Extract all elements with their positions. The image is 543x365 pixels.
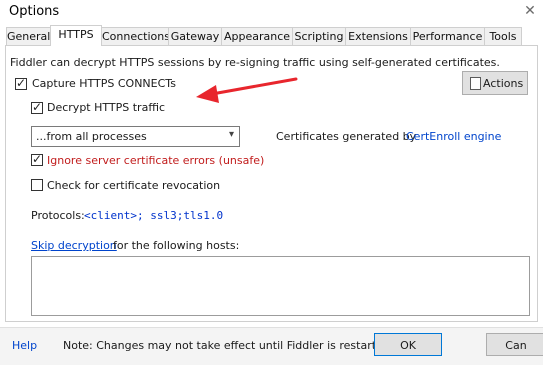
chevron-down-icon: ▾ [228, 129, 234, 140]
protocols-label: Protocols: [31, 209, 85, 222]
tab-performance[interactable]: Performance [410, 27, 485, 46]
certificate-icon [470, 77, 481, 90]
actions-button[interactable]: Actions [462, 71, 528, 95]
certenroll-engine-link[interactable]: CertEnroll engine [406, 130, 501, 143]
ignore-errors-checkbox[interactable]: ✓ [31, 152, 43, 166]
tab-https[interactable]: HTTPS [50, 25, 102, 46]
ok-label: OK [400, 339, 416, 352]
certificates-prefix: Certificates generated by [276, 130, 417, 143]
cancel-button[interactable]: Can [486, 333, 543, 356]
tab-scripting[interactable]: Scripting [292, 27, 346, 46]
check-icon: ✓ [32, 100, 43, 114]
process-filter-value: ...from all processes [36, 130, 147, 143]
check-icon: ✓ [16, 76, 27, 90]
tab-gateway[interactable]: Gateway [168, 27, 222, 46]
help-link[interactable]: Help [12, 339, 37, 352]
skip-decryption-link[interactable]: Skip decryption [31, 239, 117, 252]
check-revocation-checkbox[interactable] [31, 179, 43, 191]
check-icon: ✓ [32, 152, 43, 166]
https-description: Fiddler can decrypt HTTPS sessions by re… [10, 56, 500, 69]
restart-note: Note: Changes may not take effect until … [63, 339, 394, 352]
capture-https-label[interactable]: Capture HTTPS CONNECTs [32, 77, 176, 90]
process-filter-select[interactable]: ...from all processes ▾ [31, 126, 240, 147]
tab-connections[interactable]: Connections [101, 27, 170, 46]
decrypt-https-label[interactable]: Decrypt HTTPS traffic [47, 101, 165, 114]
close-icon[interactable]: ✕ [521, 3, 539, 19]
skip-hosts-textarea[interactable] [31, 256, 530, 316]
decrypt-https-checkbox[interactable]: ✓ [31, 100, 43, 114]
cancel-label: Can [505, 339, 527, 352]
skip-decryption-rest: for the following hosts: [113, 239, 240, 252]
actions-label: Actions [483, 77, 524, 90]
title-bar: Options ✕ [0, 0, 543, 24]
tab-tools[interactable]: Tools [484, 27, 522, 46]
protocols-value[interactable]: <client>; ssl3;tls1.0 [84, 209, 223, 222]
footer-bar: Help Note: Changes may not take effect u… [0, 327, 543, 365]
tab-extensions[interactable]: Extensions [345, 27, 411, 46]
ignore-errors-label[interactable]: Ignore server certificate errors (unsafe… [47, 154, 264, 167]
check-revocation-label[interactable]: Check for certificate revocation [47, 179, 220, 192]
window-title: Options [9, 4, 60, 19]
tab-general[interactable]: General [6, 27, 51, 46]
capture-https-checkbox[interactable]: ✓ [15, 76, 27, 90]
tab-appearance[interactable]: Appearance [221, 27, 293, 46]
ok-button[interactable]: OK [374, 333, 442, 356]
